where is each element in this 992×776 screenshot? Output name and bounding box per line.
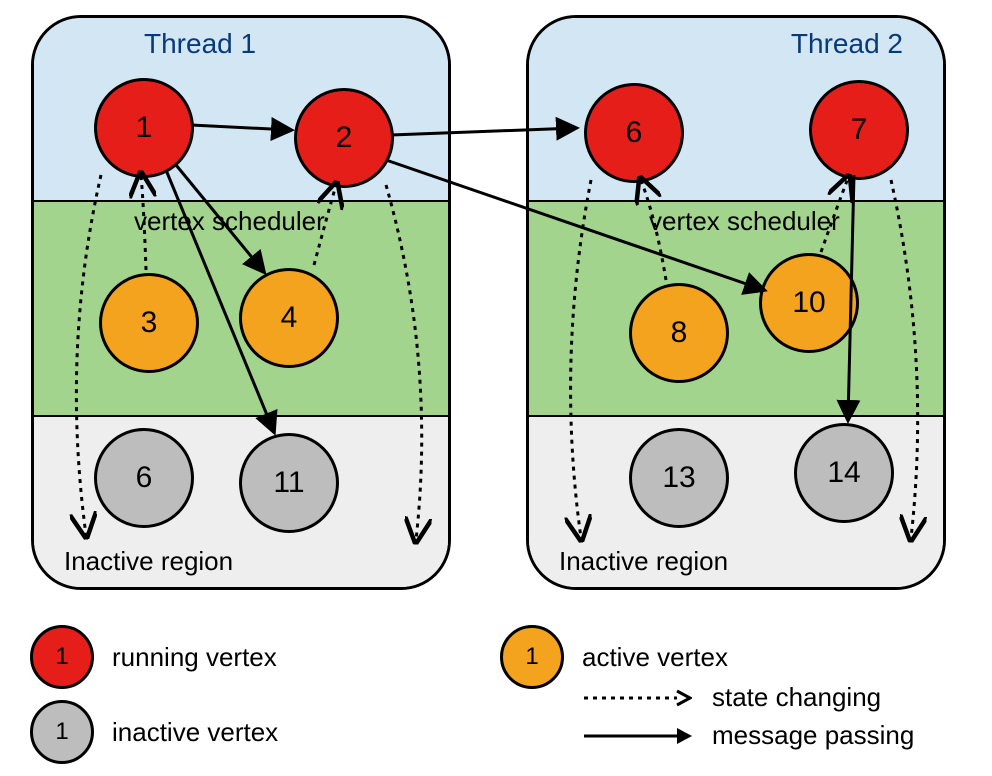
vertex-11: 11 <box>239 433 339 533</box>
thread-2-title: Thread 2 <box>791 28 903 60</box>
thread-2-inactive-label: Inactive region <box>559 546 728 577</box>
vertex-6: 6 <box>584 83 684 183</box>
vertex-6-inactive-t1: 6 <box>94 428 194 528</box>
vertex-1: 1 <box>94 78 194 178</box>
thread-1-title: Thread 1 <box>144 28 256 60</box>
legend-inactive: 1 inactive vertex <box>30 700 278 764</box>
thread-1-scheduler-label: vertex scheduler <box>134 206 325 237</box>
legend-active-label: active vertex <box>582 642 728 673</box>
legend-running: 1 running vertex <box>30 625 277 689</box>
vertex-10: 10 <box>759 253 859 353</box>
vertex-8: 8 <box>629 283 729 383</box>
vertex-13: 13 <box>629 428 729 528</box>
vertex-2: 2 <box>294 88 394 188</box>
vertex-7: 7 <box>809 80 909 180</box>
legend-state-changing: state changing <box>582 682 881 713</box>
vertex-4: 4 <box>239 268 339 368</box>
legend-inactive-label: inactive vertex <box>112 717 278 748</box>
thread-1-box: Thread 1 vertex scheduler Inactive regio… <box>31 15 451 590</box>
thread-2-box: Thread 2 vertex scheduler Inactive regio… <box>526 15 946 590</box>
legend-solid-arrow-icon <box>582 724 692 748</box>
legend-active-icon: 1 <box>500 625 564 689</box>
legend: 1 running vertex 1 inactive vertex 1 act… <box>30 620 950 770</box>
diagram-canvas: Thread 1 vertex scheduler Inactive regio… <box>16 0 976 620</box>
legend-inactive-icon: 1 <box>30 700 94 764</box>
legend-running-icon: 1 <box>30 625 94 689</box>
legend-message-passing: message passing <box>582 720 914 751</box>
thread-2-scheduler-label: vertex scheduler <box>649 206 840 237</box>
thread-1-inactive-label: Inactive region <box>64 546 233 577</box>
legend-message-passing-label: message passing <box>712 720 914 751</box>
legend-state-changing-label: state changing <box>712 682 881 713</box>
legend-active: 1 active vertex <box>500 625 728 689</box>
legend-running-label: running vertex <box>112 642 277 673</box>
vertex-3: 3 <box>99 273 199 373</box>
vertex-14: 14 <box>794 423 894 523</box>
legend-dotted-arrow-icon <box>582 686 692 710</box>
